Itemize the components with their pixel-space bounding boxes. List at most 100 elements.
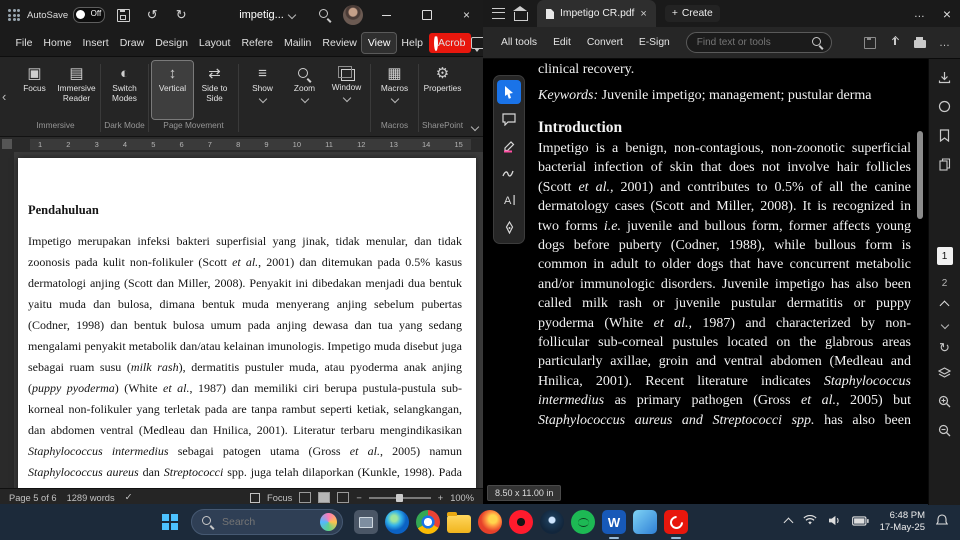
menu-item-file[interactable]: File — [10, 33, 38, 53]
menu-item-references[interactable]: Refere — [236, 33, 279, 53]
toolbar-item-esign[interactable]: E-Sign — [631, 32, 678, 53]
taskbar-app-chrome[interactable] — [416, 510, 440, 534]
menu-item-review[interactable]: Review — [317, 33, 362, 53]
toolbar-item-edit[interactable]: Edit — [545, 32, 579, 53]
macros-button[interactable]: ▦ Macros — [374, 61, 415, 119]
document-title[interactable]: impetig... — [239, 9, 297, 21]
start-button[interactable] — [156, 508, 184, 536]
minimize-button[interactable] — [370, 0, 403, 30]
chevron-up-icon[interactable] — [939, 300, 950, 311]
taskbar-app-word[interactable]: W — [602, 510, 626, 539]
vertical-ruler[interactable] — [0, 152, 14, 488]
undo-button[interactable]: ↺ — [141, 4, 163, 26]
print-icon[interactable] — [914, 37, 926, 48]
side-to-side-button[interactable]: ⇄ Side to Side — [194, 61, 235, 119]
page-thumbnails-icon[interactable] — [938, 158, 951, 174]
draw-tool[interactable] — [497, 161, 521, 185]
layers-icon[interactable] — [937, 367, 952, 382]
switch-modes-button[interactable]: ◐ Switch Modes — [104, 61, 145, 119]
find-input[interactable] — [694, 36, 807, 49]
acrobat-close-button[interactable]: × — [943, 6, 951, 22]
vertical-button[interactable]: ↕ Vertical — [151, 60, 194, 120]
taskbar-app-spotify[interactable] — [571, 510, 595, 534]
tab-stop-selector[interactable] — [2, 139, 12, 149]
search-button[interactable] — [314, 4, 336, 26]
read-mode-icon[interactable] — [299, 492, 312, 503]
taskbar-app-opera[interactable] — [509, 510, 533, 534]
ai-assistant-icon[interactable] — [938, 100, 951, 116]
taskbar-app-photos[interactable] — [633, 510, 657, 534]
menu-item-mailings[interactable]: Mailin — [278, 33, 316, 53]
redo-button[interactable]: ↻ — [170, 4, 192, 26]
download-icon[interactable] — [938, 71, 951, 87]
search-highlights-icon[interactable] — [320, 513, 337, 531]
pdf-scrollbar[interactable] — [917, 131, 923, 219]
highlight-tool[interactable] — [497, 134, 521, 158]
word-count[interactable]: 1289 words — [67, 493, 115, 503]
zoom-level[interactable]: 100% — [450, 493, 474, 503]
print-layout-icon[interactable] — [318, 492, 331, 503]
taskbar-app-edge[interactable] — [385, 510, 409, 534]
ribbon-collapse-icon[interactable] — [470, 122, 480, 132]
create-button[interactable]: + Create — [664, 5, 720, 22]
taskbar-app-acrobat[interactable] — [664, 510, 688, 539]
page-indicator[interactable]: Page 5 of 6 — [9, 493, 57, 503]
save-icon[interactable] — [864, 36, 876, 49]
toolbar-item-convert[interactable]: Convert — [579, 32, 631, 53]
share-upload-icon[interactable] — [889, 37, 901, 49]
bookmarks-icon[interactable] — [939, 129, 950, 145]
add-text-tool[interactable]: A — [497, 188, 521, 212]
chevron-down-icon[interactable] — [940, 320, 949, 330]
tab-close-icon[interactable]: × — [640, 8, 646, 20]
taskbar-app-explorer[interactable] — [447, 511, 471, 533]
user-avatar[interactable] — [343, 5, 363, 25]
next-page-number[interactable]: 2 — [942, 278, 948, 289]
window-button[interactable]: Window — [326, 61, 367, 119]
taskbar-app-steam[interactable] — [540, 510, 564, 534]
hamburger-menu-icon[interactable] — [492, 8, 505, 19]
horizontal-ruler[interactable]: 1 2 3 4 5 6 7 8 9 10 11 12 13 14 15 — [0, 137, 483, 152]
ribbon-scroll-left[interactable]: ‹ — [2, 89, 6, 104]
spellcheck-icon[interactable]: ✓ — [125, 492, 133, 503]
menu-item-acrobat[interactable]: Acrob — [428, 33, 471, 53]
zoom-in-button[interactable]: + — [438, 493, 443, 503]
menu-item-help[interactable]: Help — [396, 33, 429, 53]
pdf-page-text[interactable]: clinical recovery. Keywords: Juvenile im… — [538, 60, 911, 430]
select-tool[interactable] — [497, 80, 521, 104]
wifi-icon[interactable] — [803, 514, 817, 529]
taskbar-app-firefox[interactable] — [478, 510, 502, 534]
toolbar-item-all-tools[interactable]: All tools — [493, 32, 545, 53]
pdf-tab[interactable]: Impetigo CR.pdf × — [537, 0, 656, 27]
save-button[interactable] — [112, 4, 134, 26]
zoom-button[interactable]: Zoom — [284, 61, 325, 119]
find-bar[interactable] — [685, 32, 832, 53]
zoom-out-icon[interactable] — [938, 424, 951, 440]
properties-button[interactable]: ⚙ Properties — [422, 61, 463, 119]
immersive-reader-button[interactable]: ▤ Immersive Reader — [56, 61, 97, 119]
taskbar-app-taskview[interactable] — [354, 510, 378, 534]
battery-icon[interactable] — [851, 515, 869, 529]
document-page[interactable]: Pendahuluan Impetigo merupakan infeksi b… — [18, 158, 476, 488]
zoom-in-icon[interactable] — [938, 395, 951, 411]
more-tools-icon[interactable]: … — [939, 37, 950, 49]
menu-item-home[interactable]: Home — [38, 33, 77, 53]
taskbar-search-input[interactable] — [220, 515, 314, 529]
show-button[interactable]: ≡ Show — [242, 61, 283, 119]
zoom-slider-thumb[interactable] — [395, 493, 403, 502]
focus-button[interactable]: ▣ Focus — [14, 61, 55, 119]
notifications-bell-icon[interactable] — [935, 514, 949, 530]
menu-item-draw[interactable]: Draw — [114, 33, 150, 53]
refresh-icon[interactable]: ↻ — [939, 341, 950, 354]
maximize-button[interactable] — [410, 0, 443, 30]
zoom-slider[interactable] — [368, 493, 431, 502]
more-options-icon[interactable]: … — [914, 8, 925, 20]
app-launcher-icon[interactable] — [8, 9, 20, 21]
autosave-switch[interactable]: Off — [73, 7, 106, 23]
zoom-out-button[interactable]: − — [356, 493, 361, 503]
comment-tool[interactable] — [497, 107, 521, 131]
current-page-indicator[interactable]: 1 — [936, 247, 953, 265]
menu-item-insert[interactable]: Insert — [77, 33, 114, 53]
autosave-toggle[interactable]: AutoSave Off — [27, 7, 106, 23]
menu-item-view[interactable]: View — [361, 32, 397, 54]
tray-chevron-up-icon[interactable] — [783, 517, 794, 527]
